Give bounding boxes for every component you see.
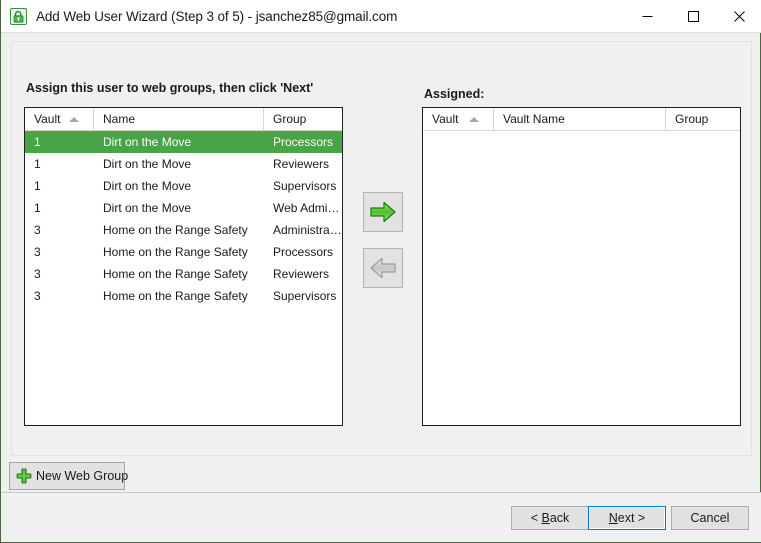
- next-button-label: Next >: [608, 511, 646, 525]
- new-web-group-label: New Web Group: [36, 469, 129, 483]
- cell-group: Reviewers: [273, 157, 330, 171]
- cell-vault: 3: [34, 245, 41, 259]
- minimize-icon[interactable]: [624, 0, 670, 32]
- cell-group: Supervisors: [273, 289, 337, 303]
- column-header-assigned-vault-name[interactable]: Vault Name: [494, 108, 666, 130]
- cell-group: Reviewers: [273, 267, 330, 281]
- cell-name: Home on the Range Safety: [103, 245, 248, 259]
- unassign-button[interactable]: [363, 248, 403, 288]
- column-header-assigned-group[interactable]: Group: [666, 108, 740, 130]
- maximize-icon[interactable]: [670, 0, 716, 32]
- arrow-left-icon: [370, 257, 396, 279]
- table-row[interactable]: 1 Dirt on the Move Processors: [25, 131, 342, 153]
- web-user-lock-icon: [10, 7, 27, 25]
- sort-ascending-icon: [469, 117, 479, 122]
- table-row[interactable]: 3 Home on the Range Safety Administrators: [25, 219, 342, 241]
- cell-name: Home on the Range Safety: [103, 289, 248, 303]
- cell-vault: 3: [34, 289, 41, 303]
- title-bar: Add Web User Wizard (Step 3 of 5) - jsan…: [1, 0, 761, 33]
- footer-bar: < Back Next > Cancel: [1, 493, 761, 542]
- assigned-groups-header: Vault Vault Name Group: [423, 108, 740, 131]
- cell-group: Processors: [273, 245, 334, 259]
- cell-vault: 3: [34, 223, 41, 237]
- cell-group: Processors: [273, 135, 334, 149]
- cell-vault: 1: [34, 201, 41, 215]
- cell-name: Dirt on the Move: [103, 179, 192, 193]
- assigned-heading: Assigned:: [424, 87, 485, 101]
- table-row[interactable]: 3 Home on the Range Safety Supervisors: [25, 285, 342, 307]
- table-row[interactable]: 3 Home on the Range Safety Reviewers: [25, 263, 342, 285]
- table-row[interactable]: 3 Home on the Range Safety Processors: [25, 241, 342, 263]
- cell-group: Administrators: [273, 223, 342, 237]
- cell-group: Web Admini…: [273, 201, 342, 215]
- cell-name: Dirt on the Move: [103, 135, 192, 149]
- window-title: Add Web User Wizard (Step 3 of 5) - jsan…: [36, 8, 398, 24]
- cell-group: Supervisors: [273, 179, 337, 193]
- assigned-groups-list[interactable]: Vault Vault Name Group: [422, 107, 741, 426]
- cell-name: Home on the Range Safety: [103, 267, 248, 281]
- back-button[interactable]: < Back: [511, 506, 589, 530]
- cell-name: Home on the Range Safety: [103, 223, 248, 237]
- cell-name: Dirt on the Move: [103, 201, 192, 215]
- cell-name: Dirt on the Move: [103, 157, 192, 171]
- plus-icon: [16, 468, 32, 484]
- column-header-name[interactable]: Name: [94, 108, 264, 130]
- column-header-group[interactable]: Group: [264, 108, 342, 130]
- back-button-label: < Back: [530, 511, 570, 525]
- assign-button[interactable]: [363, 192, 403, 232]
- cancel-button[interactable]: Cancel: [671, 506, 749, 530]
- sort-ascending-icon: [69, 117, 79, 122]
- table-row[interactable]: 1 Dirt on the Move Supervisors: [25, 175, 342, 197]
- next-button[interactable]: Next >: [588, 506, 666, 530]
- new-web-group-button[interactable]: New Web Group: [9, 462, 129, 490]
- left-panel-heading: Assign this user to web groups, then cli…: [26, 81, 314, 95]
- close-icon[interactable]: [716, 0, 761, 32]
- table-row[interactable]: 1 Dirt on the Move Web Admini…: [25, 197, 342, 219]
- column-header-assigned-vault[interactable]: Vault: [423, 108, 494, 130]
- cell-vault: 1: [34, 179, 41, 193]
- available-groups-rows: 1 Dirt on the Move Processors 1 Dirt on the …: [25, 131, 342, 307]
- table-row[interactable]: 1 Dirt on the Move Reviewers: [25, 153, 342, 175]
- cell-vault: 3: [34, 267, 41, 281]
- available-groups-list[interactable]: Vault Name Group 1 Dirt on the Move Proces…: [24, 107, 343, 426]
- available-groups-header: Vault Name Group: [25, 108, 342, 131]
- cancel-button-label: Cancel: [690, 511, 730, 525]
- arrow-right-icon: [370, 201, 396, 223]
- wizard-window: Add Web User Wizard (Step 3 of 5) - jsan…: [0, 0, 761, 543]
- cell-vault: 1: [34, 135, 41, 149]
- cell-vault: 1: [34, 157, 41, 171]
- column-header-vault[interactable]: Vault: [25, 108, 94, 130]
